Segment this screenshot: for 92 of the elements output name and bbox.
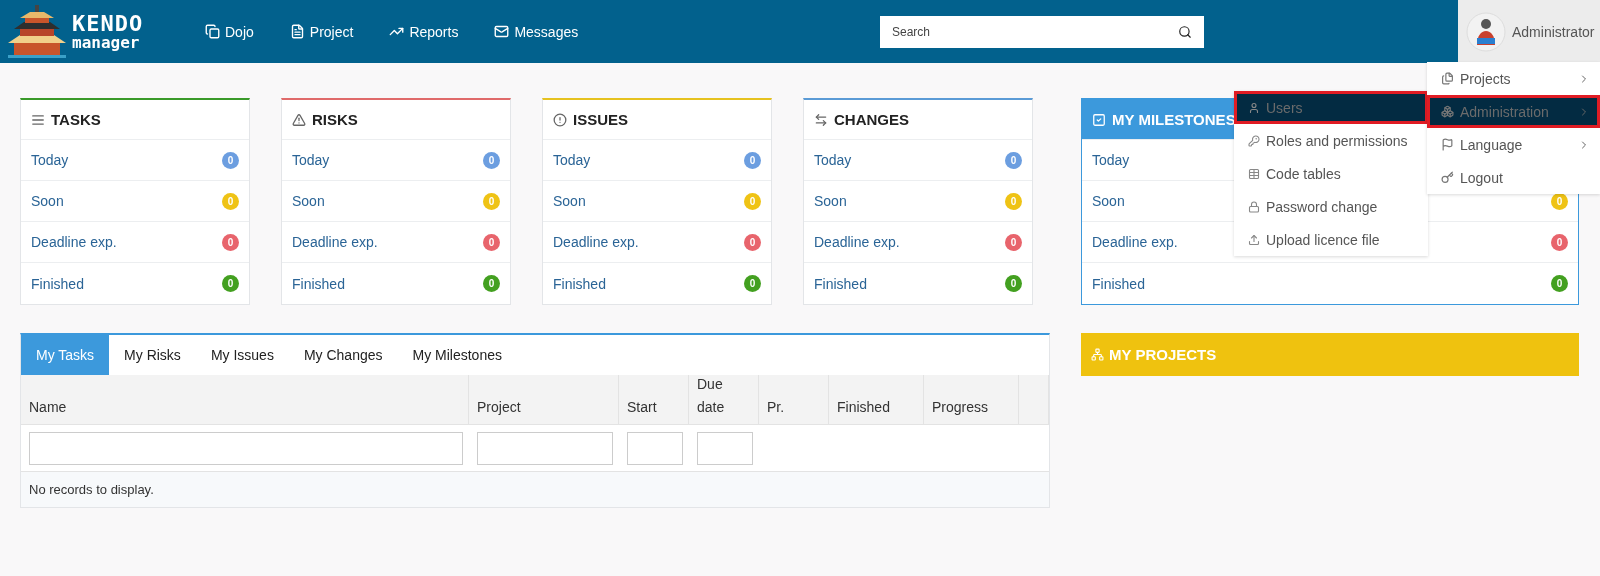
filter-field[interactable] <box>697 431 753 465</box>
cubes-icon <box>1441 105 1454 118</box>
count-badge: 0 <box>744 192 761 210</box>
count-badge: 0 <box>483 233 500 251</box>
logo-subtext: manager <box>72 34 141 51</box>
nav-link[interactable]: Dojo <box>205 23 254 40</box>
count-badge: 0 <box>1551 233 1568 251</box>
status-link[interactable]: Soon <box>1092 193 1125 209</box>
column-header: Pr. <box>759 375 829 425</box>
logo[interactable]: KENDO manager <box>0 4 205 59</box>
filter-field[interactable] <box>627 431 683 465</box>
flag-icon <box>1441 138 1454 151</box>
status-link[interactable]: Soon <box>814 193 847 209</box>
count-badge: 0 <box>1551 275 1568 292</box>
panel-title: MY PROJECTS <box>1109 346 1217 363</box>
envelope-icon <box>494 24 510 39</box>
warning-icon <box>292 112 306 127</box>
upload-icon <box>1248 233 1260 246</box>
status-link[interactable]: Finished <box>31 275 84 292</box>
menu-item[interactable]: Password change <box>1234 190 1428 223</box>
copy-icon <box>205 24 220 39</box>
user-box[interactable]: Administrator <box>1458 0 1600 63</box>
alert-icon <box>553 112 567 127</box>
avatar-icon <box>1466 11 1506 52</box>
document-icon <box>289 24 305 39</box>
count-badge: 0 <box>222 192 239 210</box>
column-header: Start <box>619 375 689 425</box>
status-link[interactable]: Soon <box>31 193 64 209</box>
search-field[interactable]: Search <box>880 15 1204 48</box>
count-badge: 0 <box>1005 151 1022 169</box>
menu-item[interactable]: Projects <box>1427 62 1600 95</box>
pagoda-logo-icon <box>6 4 68 59</box>
menu-item[interactable]: Language <box>1427 128 1600 161</box>
count-badge: 0 <box>222 233 239 251</box>
menu-item[interactable]: Upload licence file <box>1234 223 1428 256</box>
status-link[interactable]: Today <box>1092 152 1130 168</box>
status-link[interactable]: Deadline exp. <box>814 234 900 250</box>
status-link[interactable]: Soon <box>553 193 586 209</box>
count-badge: 0 <box>222 151 239 169</box>
card-title: RISKS <box>312 111 358 128</box>
count-badge: 0 <box>483 192 500 210</box>
list-icon <box>31 112 45 127</box>
count-badge: 0 <box>483 275 500 292</box>
count-badge: 0 <box>744 151 761 169</box>
table-icon <box>1248 167 1260 180</box>
key-icon <box>1441 171 1454 184</box>
status-link[interactable]: Finished <box>553 275 606 292</box>
nav-link[interactable]: Reports <box>389 23 459 40</box>
card-title: TASKS <box>51 111 101 128</box>
column-header: Finished <box>829 375 924 425</box>
logo-text: KENDO <box>72 12 144 35</box>
status-link[interactable]: Soon <box>292 193 325 209</box>
card-title: CHANGES <box>834 111 909 128</box>
count-badge: 0 <box>222 275 239 292</box>
swap-arrows-icon <box>814 112 828 127</box>
filter-field[interactable] <box>29 431 463 465</box>
filter-field[interactable] <box>477 431 613 465</box>
status-link[interactable]: Today <box>553 152 591 168</box>
menu-item[interactable]: Logout <box>1427 161 1600 194</box>
count-badge: 0 <box>1005 275 1022 292</box>
status-link[interactable]: Finished <box>814 275 867 292</box>
column-header: Project <box>469 375 619 425</box>
nav-link[interactable]: Messages <box>494 23 579 40</box>
count-badge: 0 <box>744 275 761 292</box>
status-link[interactable]: Finished <box>1092 275 1145 292</box>
column-header: Name <box>21 375 469 425</box>
status-link[interactable]: Today <box>814 152 852 168</box>
status-link[interactable]: Deadline exp. <box>1092 234 1178 250</box>
status-link[interactable]: Deadline exp. <box>31 234 117 250</box>
user-icon <box>1248 101 1260 114</box>
count-badge: 0 <box>1005 192 1022 210</box>
status-link[interactable]: Deadline exp. <box>553 234 639 250</box>
nav-link[interactable]: Project <box>289 23 354 40</box>
column-header: Progress <box>924 375 1019 425</box>
status-link[interactable]: Today <box>292 152 330 168</box>
empty-message: No records to display. <box>21 471 1049 507</box>
status-link[interactable]: Today <box>31 152 69 168</box>
card-title: ISSUES <box>573 111 629 128</box>
card-title: MY MILESTONES <box>1112 111 1236 128</box>
count-badge: 0 <box>744 233 761 251</box>
count-badge: 0 <box>483 151 500 169</box>
user-name: Administrator <box>1512 23 1595 40</box>
status-link[interactable]: Finished <box>292 275 345 292</box>
checkbox-icon <box>1092 112 1106 127</box>
search-icon[interactable] <box>1178 24 1192 39</box>
key-icon <box>1248 134 1260 147</box>
column-header: Due date <box>689 375 759 425</box>
files-icon <box>1441 72 1454 85</box>
count-badge: 0 <box>1005 233 1022 251</box>
lock-icon <box>1248 200 1260 213</box>
sitemap-icon <box>1091 348 1104 361</box>
status-link[interactable]: Deadline exp. <box>292 234 378 250</box>
